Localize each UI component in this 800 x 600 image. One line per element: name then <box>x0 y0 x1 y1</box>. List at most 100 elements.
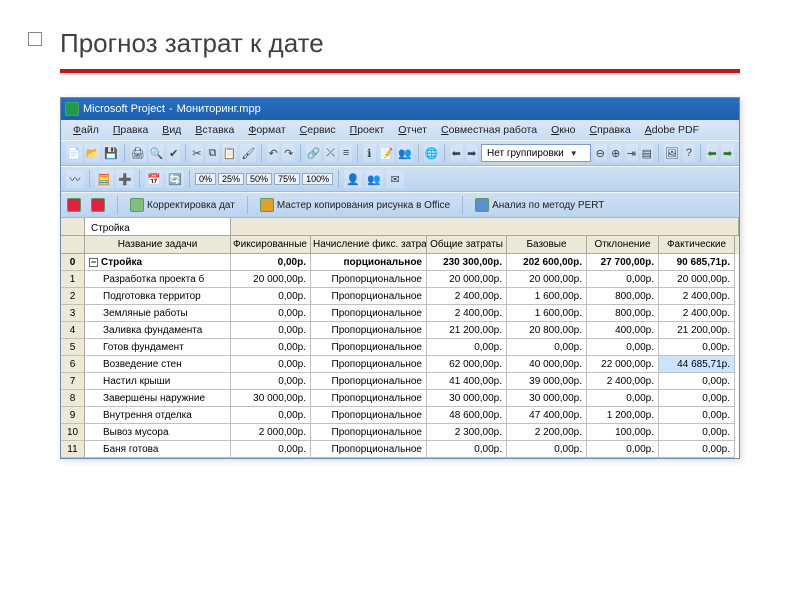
row-number[interactable]: 2 <box>61 288 85 305</box>
col-baseline[interactable]: Базовые <box>507 236 587 254</box>
cell-baseline[interactable]: 1 600,00р. <box>507 305 587 322</box>
cell-actual[interactable]: 0,00р. <box>659 441 735 458</box>
paste-icon[interactable]: 📋 <box>222 144 238 162</box>
pct-100-button[interactable]: 100% <box>302 173 333 185</box>
cell-task-name[interactable]: Земляные работы <box>85 305 231 322</box>
cell-baseline[interactable]: 40 000,00р. <box>507 356 587 373</box>
cell-task-name[interactable]: Заливка фундамента <box>85 322 231 339</box>
collapse-icon[interactable]: − <box>89 258 98 267</box>
cell-fixed-cost[interactable]: 30 000,00р. <box>231 390 311 407</box>
row-number[interactable]: 10 <box>61 424 85 441</box>
pdf-mail-button[interactable] <box>91 198 105 212</box>
cell-actual[interactable]: 0,00р. <box>659 407 735 424</box>
cell-total-cost[interactable]: 2 300,00р. <box>427 424 507 441</box>
cut-icon[interactable]: ✂ <box>191 144 204 162</box>
unlink-tasks-icon[interactable]: ⤫ <box>324 144 337 162</box>
cell-task-name[interactable]: Баня готова <box>85 441 231 458</box>
cell-variance[interactable]: 0,00р. <box>587 390 659 407</box>
cell-accrual[interactable]: Пропорциональное <box>311 407 427 424</box>
cell-fixed-cost[interactable]: 0,00р. <box>231 288 311 305</box>
menu-collab[interactable]: Совместная работа <box>435 123 543 137</box>
cell-fixed-cost[interactable]: 0,00р. <box>231 356 311 373</box>
cell-total-cost[interactable]: 48 600,00р. <box>427 407 507 424</box>
pdf-export-button[interactable] <box>67 198 81 212</box>
cell-total-cost[interactable]: 41 400,00р. <box>427 373 507 390</box>
grouping-combo[interactable]: Нет группировки ▼ <box>481 144 591 162</box>
cell-accrual[interactable]: порциональное <box>311 254 427 271</box>
back-icon[interactable]: ⬅ <box>706 144 719 162</box>
cell-accrual[interactable]: Пропорциональное <box>311 424 427 441</box>
row-number[interactable]: 7 <box>61 373 85 390</box>
cell-baseline[interactable]: 30 000,00р. <box>507 390 587 407</box>
format-painter-icon[interactable]: 🖌 <box>240 144 256 162</box>
cell-fixed-cost[interactable]: 0,00р. <box>231 322 311 339</box>
zoom-in-icon[interactable]: ⊕ <box>610 144 623 162</box>
cell-accrual[interactable]: Пропорциональное <box>311 288 427 305</box>
go-to-task-icon[interactable]: ⇥ <box>625 144 638 162</box>
col-variance[interactable]: Отклонение <box>587 236 659 254</box>
cell-task-name[interactable]: Внутрення отделка <box>85 407 231 424</box>
cell-fixed-cost[interactable]: 0,00р. <box>231 373 311 390</box>
menu-view[interactable]: Вид <box>156 123 187 137</box>
col-total-cost[interactable]: Общие затраты <box>427 236 507 254</box>
cell-variance[interactable]: 800,00р. <box>587 305 659 322</box>
zoom-out-icon[interactable]: ⊖ <box>594 144 607 162</box>
cell-fixed-cost[interactable]: 2 000,00р. <box>231 424 311 441</box>
cell-variance[interactable]: 0,00р. <box>587 339 659 356</box>
row-number[interactable]: 9 <box>61 407 85 424</box>
cell-task-name[interactable]: Готов фундамент <box>85 339 231 356</box>
cell-fixed-cost[interactable]: 0,00р. <box>231 339 311 356</box>
copy-icon[interactable]: ⧉ <box>206 144 219 162</box>
cell-actual[interactable]: 0,00р. <box>659 390 735 407</box>
row-number[interactable]: 11 <box>61 441 85 458</box>
cell-baseline[interactable]: 20 800,00р. <box>507 322 587 339</box>
menu-service[interactable]: Сервис <box>294 123 342 137</box>
update-icon[interactable]: 🔄 <box>166 170 184 188</box>
link-tasks-icon[interactable]: 🔗 <box>306 144 322 162</box>
help-icon[interactable]: ? <box>683 144 696 162</box>
cell-total-cost[interactable]: 2 400,00р. <box>427 305 507 322</box>
cell-baseline[interactable]: 20 000,00р. <box>507 271 587 288</box>
table-row[interactable]: 9Внутрення отделка 0,00р. Пропорциональное… <box>61 407 739 424</box>
cell-actual[interactable]: 0,00р. <box>659 373 735 390</box>
tracking-wave-icon[interactable]: 〰 <box>66 170 84 188</box>
cell-actual[interactable]: 20 000,00р. <box>659 271 735 288</box>
cell-variance[interactable]: 2 400,00р. <box>587 373 659 390</box>
table-row[interactable]: 0−Стройка0,00р.порциональное230 300,00р.… <box>61 254 739 271</box>
cell-actual[interactable]: 0,00р. <box>659 424 735 441</box>
print-icon[interactable]: 🖨 <box>130 144 146 162</box>
col-fixed-cost[interactable]: Фиксированные затраты <box>231 236 311 254</box>
row-number[interactable]: 1 <box>61 271 85 288</box>
cell-baseline[interactable]: 202 600,00р. <box>507 254 587 271</box>
cell-total-cost[interactable]: 20 000,00р. <box>427 271 507 288</box>
cell-accrual[interactable]: Пропорциональное <box>311 339 427 356</box>
publish-icon[interactable]: 🌐 <box>424 144 440 162</box>
mail-icon[interactable]: ✉ <box>386 170 404 188</box>
menu-report[interactable]: Отчет <box>392 123 433 137</box>
pct-75-button[interactable]: 75% <box>274 173 300 185</box>
undo-icon[interactable]: ↶ <box>267 144 280 162</box>
row-number[interactable]: 6 <box>61 356 85 373</box>
cell-accrual[interactable]: Пропорциональное <box>311 441 427 458</box>
cell-actual[interactable]: 2 400,00р. <box>659 305 735 322</box>
cell-task-name[interactable]: Настил крыши <box>85 373 231 390</box>
menu-edit[interactable]: Правка <box>107 123 154 137</box>
cell-total-cost[interactable]: 230 300,00р. <box>427 254 507 271</box>
pert-analysis-button[interactable]: Анализ по методу PERT <box>475 198 604 212</box>
calc-icon[interactable]: 🧮 <box>95 170 113 188</box>
cell-task-name[interactable]: −Стройка <box>85 254 231 271</box>
menu-help[interactable]: Справка <box>584 123 637 137</box>
cell-variance[interactable]: 0,00р. <box>587 271 659 288</box>
addprogress-icon[interactable]: ➕ <box>116 170 134 188</box>
menu-project[interactable]: Проект <box>344 123 391 137</box>
cell-variance[interactable]: 22 000,00р. <box>587 356 659 373</box>
cell-baseline[interactable]: 47 400,00р. <box>507 407 587 424</box>
open-icon[interactable]: 📂 <box>85 144 101 162</box>
table-row[interactable]: 1Разработка проекта б20 000,00р.Пропорци… <box>61 271 739 288</box>
collab-toolbar-icon[interactable]: 👤 <box>344 170 362 188</box>
menu-window[interactable]: Окно <box>545 123 581 137</box>
pct-25-button[interactable]: 25% <box>218 173 244 185</box>
cell-task-name[interactable]: Разработка проекта б <box>85 271 231 288</box>
task-info-icon[interactable]: ℹ <box>363 144 376 162</box>
reschedule-icon[interactable]: 📅 <box>145 170 163 188</box>
